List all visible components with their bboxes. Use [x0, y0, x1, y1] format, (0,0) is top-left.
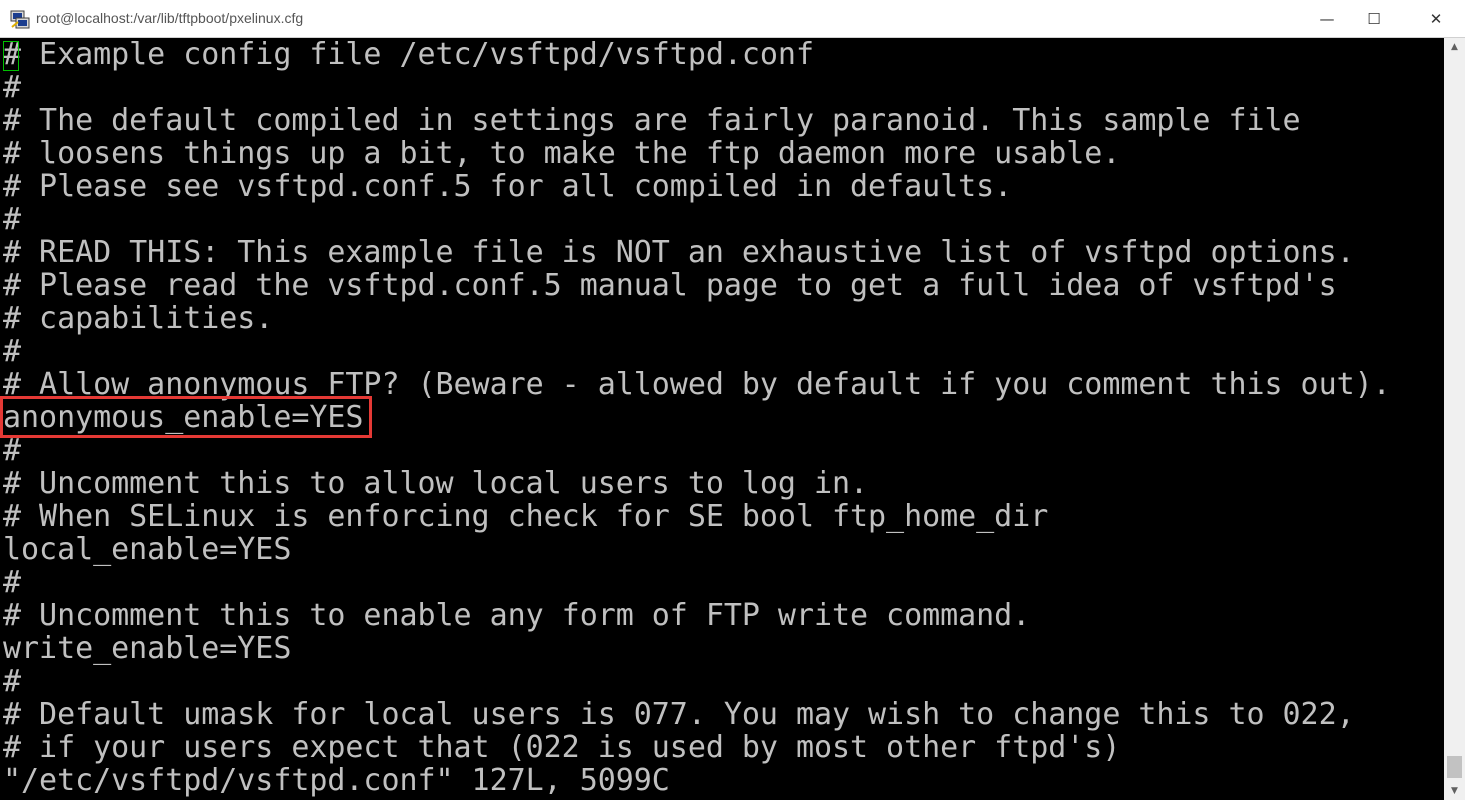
- putty-window: root@localhost:/var/lib/tftpboot/pxelinu…: [0, 0, 1465, 800]
- terminal-line: # Default umask for local users is 077. …: [3, 697, 1355, 732]
- minimize-button[interactable]: —: [1304, 0, 1350, 37]
- putty-icon: [10, 10, 30, 29]
- terminal-line: # Please read the vsftpd.conf.5 manual p…: [3, 268, 1337, 303]
- close-icon: ✕: [1429, 9, 1443, 28]
- scroll-up-icon[interactable]: ▲: [1444, 38, 1465, 56]
- terminal-line: # Uncomment this to enable any form of F…: [3, 598, 1031, 633]
- highlight-box: [0, 396, 372, 438]
- terminal-line: local_enable=YES: [3, 532, 292, 567]
- minimize-icon: —: [1319, 9, 1335, 28]
- window-title: root@localhost:/var/lib/tftpboot/pxelinu…: [36, 10, 304, 26]
- terminal-line: #: [3, 664, 22, 699]
- scroll-down-icon[interactable]: ▼: [1444, 782, 1465, 800]
- terminal-line: write_enable=YES: [3, 631, 292, 666]
- terminal-line: # The default compiled in settings are f…: [3, 103, 1301, 138]
- status-line: "/etc/vsftpd/vsftpd.conf" 127L, 5099C: [3, 763, 670, 798]
- terminal-screen[interactable]: # Example config file /etc/vsftpd/vsftpd…: [0, 38, 1444, 800]
- terminal-line: # Uncomment this to allow local users to…: [3, 466, 869, 501]
- terminal-line: # Example config file /etc/vsftpd/vsftpd…: [3, 38, 814, 72]
- terminal-line: # When SELinux is enforcing check for SE…: [3, 499, 1049, 534]
- terminal-line: # loosens things up a bit, to make the f…: [3, 136, 1121, 171]
- vertical-scrollbar[interactable]: ▲ ▼: [1444, 38, 1465, 800]
- terminal-line: #: [3, 70, 22, 105]
- terminal-line: # Please see vsftpd.conf.5 for all compi…: [3, 169, 1013, 204]
- close-button[interactable]: ✕: [1413, 0, 1459, 37]
- terminal-line: #: [3, 202, 22, 237]
- text-cursor: [3, 41, 19, 71]
- title-bar[interactable]: root@localhost:/var/lib/tftpboot/pxelinu…: [0, 0, 1465, 38]
- terminal-line: # READ THIS: This example file is NOT an…: [3, 235, 1355, 270]
- terminal-line: #: [3, 433, 22, 468]
- scroll-thumb[interactable]: [1447, 756, 1462, 778]
- maximize-icon: ☐: [1367, 9, 1381, 28]
- terminal-line: # if your users expect that (022 is used…: [3, 730, 1121, 765]
- terminal-line: #: [3, 334, 22, 369]
- maximize-button[interactable]: ☐: [1351, 0, 1397, 37]
- terminal-line: # capabilities.: [3, 301, 274, 336]
- terminal-line: #: [3, 565, 22, 600]
